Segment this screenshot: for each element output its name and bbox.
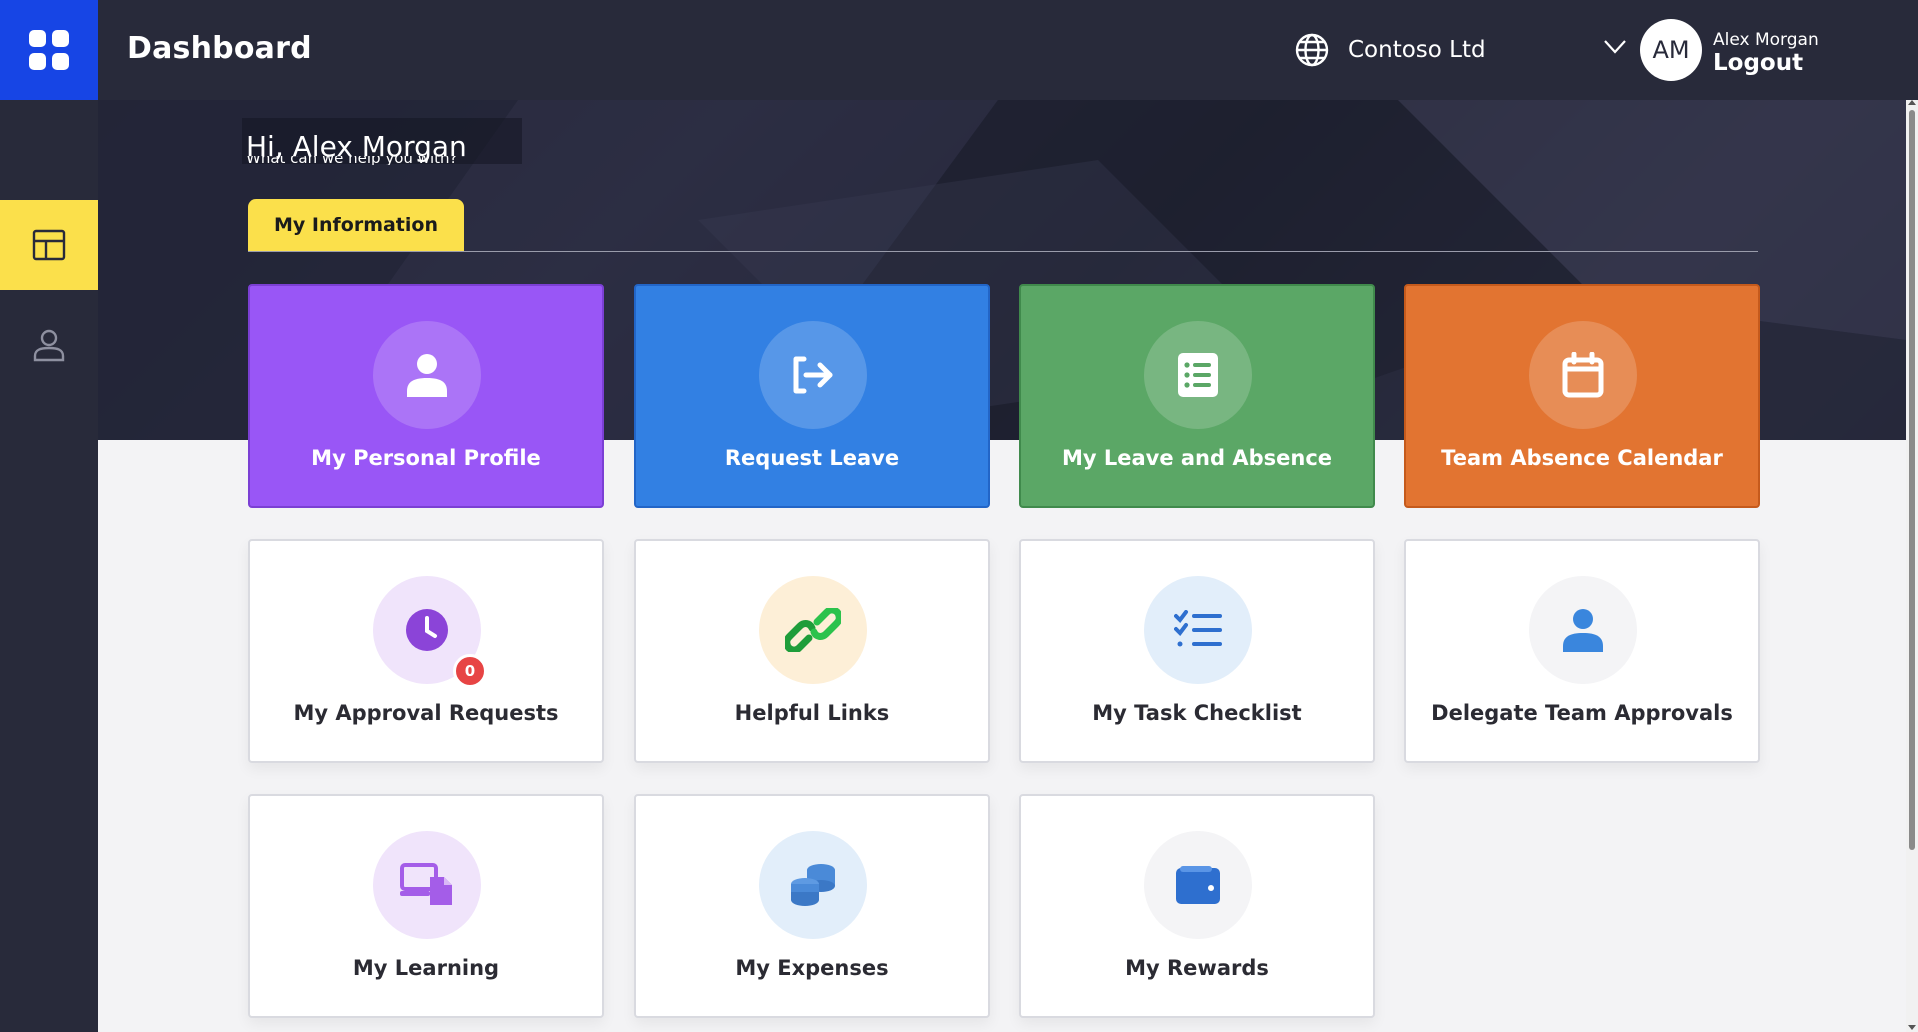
tile-label: My Learning [352,956,500,980]
tile-my-learning[interactable]: My Learning [248,794,604,1018]
organization-selector[interactable]: Contoso Ltd [1294,32,1486,68]
sidebar-item-dashboard[interactable] [0,200,98,290]
logout-link[interactable]: Logout [1713,50,1803,76]
user-icon [1563,609,1603,652]
tile-label: My Expenses [735,956,889,980]
grid-icon [29,30,69,70]
tab-divider [248,251,1758,252]
tile-my-task-checklist[interactable]: My Task Checklist [1019,539,1375,763]
tile-label: Team Absence Calendar [1441,446,1723,470]
tile-my-rewards[interactable]: My Rewards [1019,794,1375,1018]
tile-label: Request Leave [724,446,900,470]
greeting-subtitle: What can we help you with? [246,156,458,165]
clock-icon [406,609,448,651]
calendar-icon [1562,352,1604,398]
link-icon [785,608,841,652]
scroll-down-arrow-icon[interactable] [1908,1025,1916,1030]
top-bar: Dashboard Contoso Ltd AM Alex Morgan Log… [0,0,1918,100]
tile-label: My Personal Profile [311,446,541,470]
tile-label: Helpful Links [734,701,890,725]
person-icon [33,329,65,362]
layout-icon [32,229,66,261]
tile-label: My Task Checklist [1092,701,1302,725]
tile-my-expenses[interactable]: My Expenses [634,794,990,1018]
organization-name: Contoso Ltd [1348,37,1486,63]
tile-request-leave[interactable]: Request Leave [634,284,990,508]
checklist-icon [1178,353,1218,397]
scrollbar-thumb[interactable] [1909,110,1915,850]
tab-my-information[interactable]: My Information [248,199,464,251]
tile-helpful-links[interactable]: Helpful Links [634,539,990,763]
sidebar [0,100,98,1032]
tile-team-absence-calendar[interactable]: Team Absence Calendar [1404,284,1760,508]
tile-label: My Leave and Absence [1061,446,1333,470]
tile-label: My Approval Requests [293,701,559,725]
devices-icon [400,863,452,905]
sign-out-icon [793,356,833,394]
globe-icon [1295,33,1329,67]
coins-icon [791,864,835,906]
scroll-up-arrow-icon[interactable] [1908,100,1916,105]
page-title: Dashboard [127,31,312,66]
tile-my-approval-requests[interactable]: 0 My Approval Requests [248,539,604,763]
chevron-down-icon[interactable] [1604,40,1626,54]
tile-my-personal-profile[interactable]: My Personal Profile [248,284,604,508]
tile-my-leave-and-absence[interactable]: My Leave and Absence [1019,284,1375,508]
wallet-icon [1176,866,1220,904]
tile-label: Delegate Team Approvals [1431,701,1733,725]
user-name: Alex Morgan [1713,30,1819,50]
page-scrollbar[interactable] [1906,100,1918,1032]
sidebar-item-profile[interactable] [0,300,98,390]
tile-label: My Rewards [1125,956,1269,980]
tile-delegate-team-approvals[interactable]: Delegate Team Approvals [1404,539,1760,763]
avatar[interactable]: AM [1640,19,1702,81]
user-icon [407,354,447,397]
notification-badge: 0 [453,654,487,688]
task-list-icon [1174,610,1222,647]
app-launcher-button[interactable] [0,0,98,100]
